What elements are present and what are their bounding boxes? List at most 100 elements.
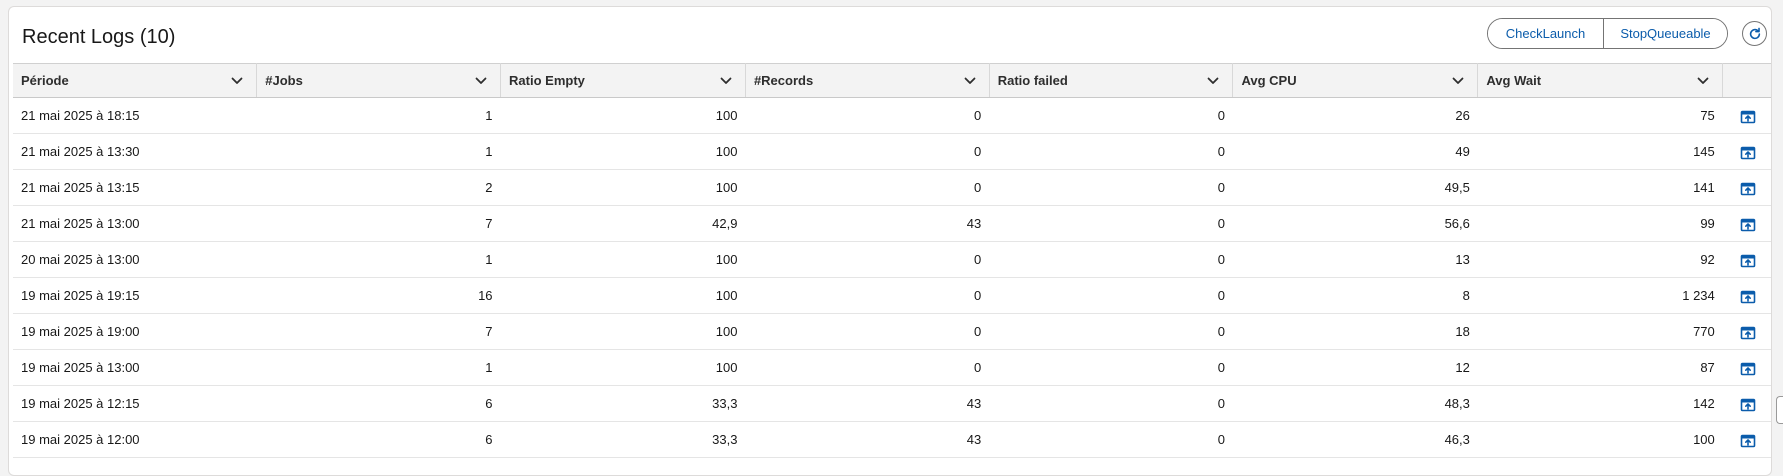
cell-ratio-failed: 0 [989, 169, 1233, 206]
open-record-icon[interactable] [1740, 253, 1756, 269]
column-header-p-riode[interactable]: Période [13, 63, 258, 98]
cell-ratio-failed: 0 [989, 277, 1233, 314]
row-action-cell [1722, 241, 1771, 278]
cell-avg-wait: 100 [1477, 421, 1723, 458]
cell-jobs: 7 [256, 205, 501, 242]
cell-jobs: 1 [256, 241, 501, 278]
cell-records: 43 [745, 421, 990, 458]
cell-p-riode: 19 mai 2025 à 19:15 [13, 277, 257, 314]
cell-avg-wait: 142 [1477, 385, 1723, 422]
open-record-icon[interactable] [1740, 397, 1756, 413]
card-title: Recent Logs (10) [22, 26, 176, 48]
table-row: 21 mai 2025 à 13:15 2 100 0 0 49,5 141 [13, 169, 1771, 206]
row-action-cell [1722, 169, 1771, 206]
chevron-down-icon[interactable] [230, 74, 244, 88]
cell-avg-wait: 141 [1477, 169, 1723, 206]
cell-avg-cpu: 18 [1232, 313, 1478, 350]
open-record-icon[interactable] [1740, 289, 1756, 305]
table-row: 19 mai 2025 à 12:15 6 33,3 43 0 48,3 142 [13, 385, 1771, 422]
row-action-cell [1722, 349, 1771, 386]
column-header-actions [1722, 63, 1771, 98]
stop-queueable-button[interactable]: StopQueueable [1603, 19, 1727, 48]
cell-records: 43 [745, 385, 990, 422]
open-record-icon[interactable] [1740, 325, 1756, 341]
row-action-cell [1722, 133, 1771, 170]
column-header-records[interactable]: #Records [745, 63, 990, 98]
column-header-jobs[interactable]: #Jobs [256, 63, 502, 98]
chevron-down-icon[interactable] [474, 74, 488, 88]
row-action-cell [1722, 385, 1771, 422]
check-launch-button[interactable]: CheckLaunch [1488, 19, 1603, 48]
cell-p-riode: 21 mai 2025 à 13:30 [13, 133, 257, 170]
cell-p-riode: 19 mai 2025 à 12:15 [13, 385, 257, 422]
cell-ratio-failed: 0 [989, 133, 1233, 170]
cell-ratio-empty: 42,9 [500, 205, 746, 242]
chevron-down-icon[interactable] [719, 74, 733, 88]
cell-ratio-empty: 100 [500, 97, 746, 134]
cell-avg-wait: 145 [1477, 133, 1723, 170]
column-header-ratio-empty[interactable]: Ratio Empty [500, 63, 746, 98]
cell-ratio-failed: 0 [989, 313, 1233, 350]
cell-avg-cpu: 13 [1232, 241, 1478, 278]
chevron-down-icon[interactable] [1206, 74, 1220, 88]
cell-avg-wait: 75 [1477, 97, 1723, 134]
open-record-icon[interactable] [1740, 361, 1756, 377]
row-action-cell [1722, 421, 1771, 458]
cell-avg-wait: 92 [1477, 241, 1723, 278]
cell-records: 0 [745, 97, 990, 134]
cell-ratio-empty: 100 [500, 349, 746, 386]
cell-records: 0 [745, 133, 990, 170]
open-record-icon[interactable] [1740, 433, 1756, 449]
cell-avg-cpu: 12 [1232, 349, 1478, 386]
cell-ratio-failed: 0 [989, 205, 1233, 242]
scrollbar-handle[interactable] [1776, 396, 1783, 424]
cell-avg-cpu: 56,6 [1232, 205, 1478, 242]
cell-p-riode: 19 mai 2025 à 19:00 [13, 313, 257, 350]
table-row: 21 mai 2025 à 18:15 1 100 0 0 26 75 [13, 97, 1771, 134]
open-record-icon[interactable] [1740, 145, 1756, 161]
cell-avg-cpu: 8 [1232, 277, 1478, 314]
column-header-ratio-failed[interactable]: Ratio failed [989, 63, 1234, 98]
cell-ratio-empty: 100 [500, 277, 746, 314]
open-record-icon[interactable] [1740, 181, 1756, 197]
logs-table: Période #Jobs Ratio Empty #Records Ratio fai… [13, 63, 1771, 458]
recent-logs-card: Recent Logs (10) CheckLaunch StopQueueab… [8, 6, 1772, 476]
column-header-label: Ratio failed [997, 73, 1068, 88]
chevron-down-icon[interactable] [963, 74, 977, 88]
open-record-icon[interactable] [1740, 217, 1756, 233]
column-header-label: Période [21, 73, 69, 88]
table-row: 19 mai 2025 à 13:00 1 100 0 0 12 87 [13, 349, 1771, 386]
table-row: 20 mai 2025 à 13:00 1 100 0 0 13 92 [13, 241, 1771, 278]
column-header-avg-wait[interactable]: Avg Wait [1477, 63, 1724, 98]
column-header-avg-cpu[interactable]: Avg CPU [1232, 63, 1479, 98]
cell-p-riode: 20 mai 2025 à 13:00 [13, 241, 257, 278]
column-header-label: Avg Wait [1486, 73, 1542, 88]
action-button-group: CheckLaunch StopQueueable [1487, 18, 1728, 49]
cell-p-riode: 21 mai 2025 à 13:15 [13, 169, 257, 206]
cell-jobs: 1 [256, 133, 501, 170]
refresh-icon [1749, 27, 1760, 39]
chevron-down-icon[interactable] [1451, 74, 1465, 88]
cell-ratio-failed: 0 [989, 97, 1233, 134]
chevron-down-icon[interactable] [1696, 74, 1710, 88]
cell-ratio-empty: 100 [500, 169, 746, 206]
row-action-cell [1722, 97, 1771, 134]
cell-avg-cpu: 46,3 [1232, 421, 1478, 458]
table-row: 21 mai 2025 à 13:00 7 42,9 43 0 56,6 99 [13, 205, 1771, 242]
cell-p-riode: 19 mai 2025 à 13:00 [13, 349, 257, 386]
cell-ratio-empty: 100 [500, 313, 746, 350]
table-row: 21 mai 2025 à 13:30 1 100 0 0 49 145 [13, 133, 1771, 170]
cell-records: 43 [745, 205, 990, 242]
open-record-icon[interactable] [1740, 109, 1756, 125]
cell-ratio-empty: 100 [500, 133, 746, 170]
cell-records: 0 [745, 277, 990, 314]
cell-records: 0 [745, 241, 990, 278]
cell-records: 0 [745, 349, 990, 386]
row-action-cell [1722, 313, 1771, 350]
cell-records: 0 [745, 313, 990, 350]
refresh-button[interactable] [1742, 21, 1767, 46]
cell-jobs: 7 [256, 313, 501, 350]
row-action-cell [1722, 277, 1771, 314]
column-header-label: #Jobs [265, 73, 303, 88]
cell-jobs: 6 [256, 385, 501, 422]
